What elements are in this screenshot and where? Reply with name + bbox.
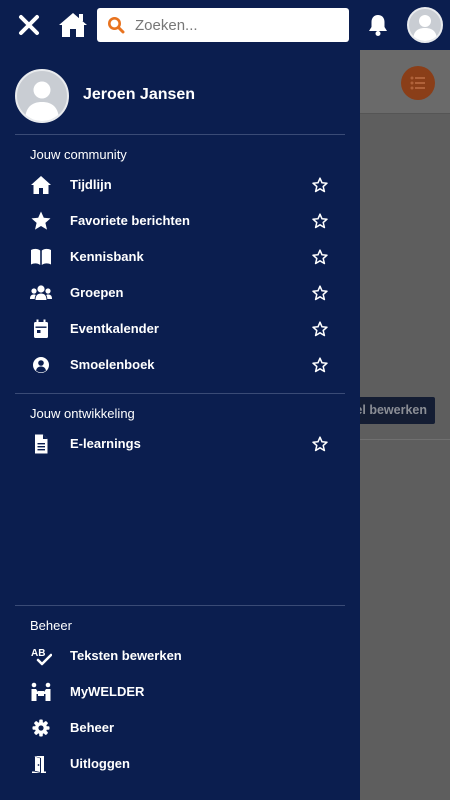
favorite-star-icon[interactable] xyxy=(312,249,328,265)
svg-text:AB: AB xyxy=(31,648,45,659)
cog-icon xyxy=(30,718,52,738)
profile-avatar xyxy=(15,69,69,123)
menu-item-groepen[interactable]: Groepen xyxy=(30,275,330,311)
home-icon[interactable] xyxy=(58,11,88,39)
section-title-ontwikkeling: Jouw ontwikkeling xyxy=(30,406,135,421)
menu-item-label: Smoelenboek xyxy=(70,357,155,372)
home-icon xyxy=(30,175,52,195)
close-icon[interactable] xyxy=(18,14,40,36)
menu-item-label: Favoriete berichten xyxy=(70,213,190,228)
menu-item-label: Eventkalender xyxy=(70,321,159,336)
divider xyxy=(358,439,450,440)
section-title-community: Jouw community xyxy=(30,147,127,162)
file-icon xyxy=(30,434,52,454)
menu-item-kennisbank[interactable]: Kennisbank xyxy=(30,239,330,275)
favorite-star-icon[interactable] xyxy=(312,321,328,337)
top-bar xyxy=(0,0,450,50)
door-exit-icon xyxy=(30,754,52,774)
divider xyxy=(15,605,345,606)
menu-item-label: Tijdlijn xyxy=(70,177,112,192)
favorite-star-icon[interactable] xyxy=(312,213,328,229)
menu-item-smoelenboek[interactable]: Smoelenboek xyxy=(30,347,330,383)
menu-item-label: E-learnings xyxy=(70,436,141,451)
menu-item-label: MyWELDER xyxy=(70,684,145,699)
favorite-star-icon[interactable] xyxy=(312,177,328,193)
favorite-star-icon[interactable] xyxy=(312,357,328,373)
user-avatar[interactable] xyxy=(407,7,443,43)
menu-item-e-learnings[interactable]: E-learnings xyxy=(30,426,330,462)
search-input[interactable] xyxy=(135,8,340,42)
profile-header[interactable]: Jeroen Jansen xyxy=(15,69,335,125)
menu-item-label: Uitloggen xyxy=(70,756,130,771)
menu-item-teksten-bewerken[interactable]: AB Teksten bewerken xyxy=(30,638,330,674)
favorite-star-icon[interactable] xyxy=(312,436,328,452)
menu-item-mywelder[interactable]: MyWELDER xyxy=(30,674,330,710)
menu-item-uitloggen[interactable]: Uitloggen xyxy=(30,746,330,782)
profile-name: Jeroen Jansen xyxy=(83,86,196,103)
divider xyxy=(15,134,345,135)
favorite-star-icon[interactable] xyxy=(312,285,328,301)
menu-item-favoriete-berichten[interactable]: Favoriete berichten xyxy=(30,203,330,239)
list-toggle-button xyxy=(401,66,435,100)
search-icon xyxy=(107,16,125,34)
menu-item-label: Teksten bewerken xyxy=(70,648,182,663)
spellcheck-icon: AB xyxy=(30,646,52,666)
book-icon xyxy=(30,247,52,267)
menu-item-label: Beheer xyxy=(70,720,115,735)
users-icon xyxy=(30,283,52,303)
section-title-beheer: Beheer xyxy=(30,618,72,633)
menu-item-beheer[interactable]: Beheer xyxy=(30,710,330,746)
star-solid-icon xyxy=(30,211,52,231)
menu-item-eventkalender[interactable]: Eventkalender xyxy=(30,311,330,347)
navigation-drawer: Jeroen Jansen Jouw community Tijdlijn Fa… xyxy=(0,50,360,800)
menu-item-tijdlijn[interactable]: Tijdlijn xyxy=(30,167,330,203)
bell-icon[interactable] xyxy=(366,13,390,37)
search-bar xyxy=(97,8,349,42)
divider xyxy=(15,393,345,394)
user-circle-icon xyxy=(30,355,52,375)
calendar-icon xyxy=(30,319,52,339)
menu-item-label: Groepen xyxy=(70,285,124,300)
menu-item-label: Kennisbank xyxy=(70,249,144,264)
people-carry-icon xyxy=(30,682,52,702)
